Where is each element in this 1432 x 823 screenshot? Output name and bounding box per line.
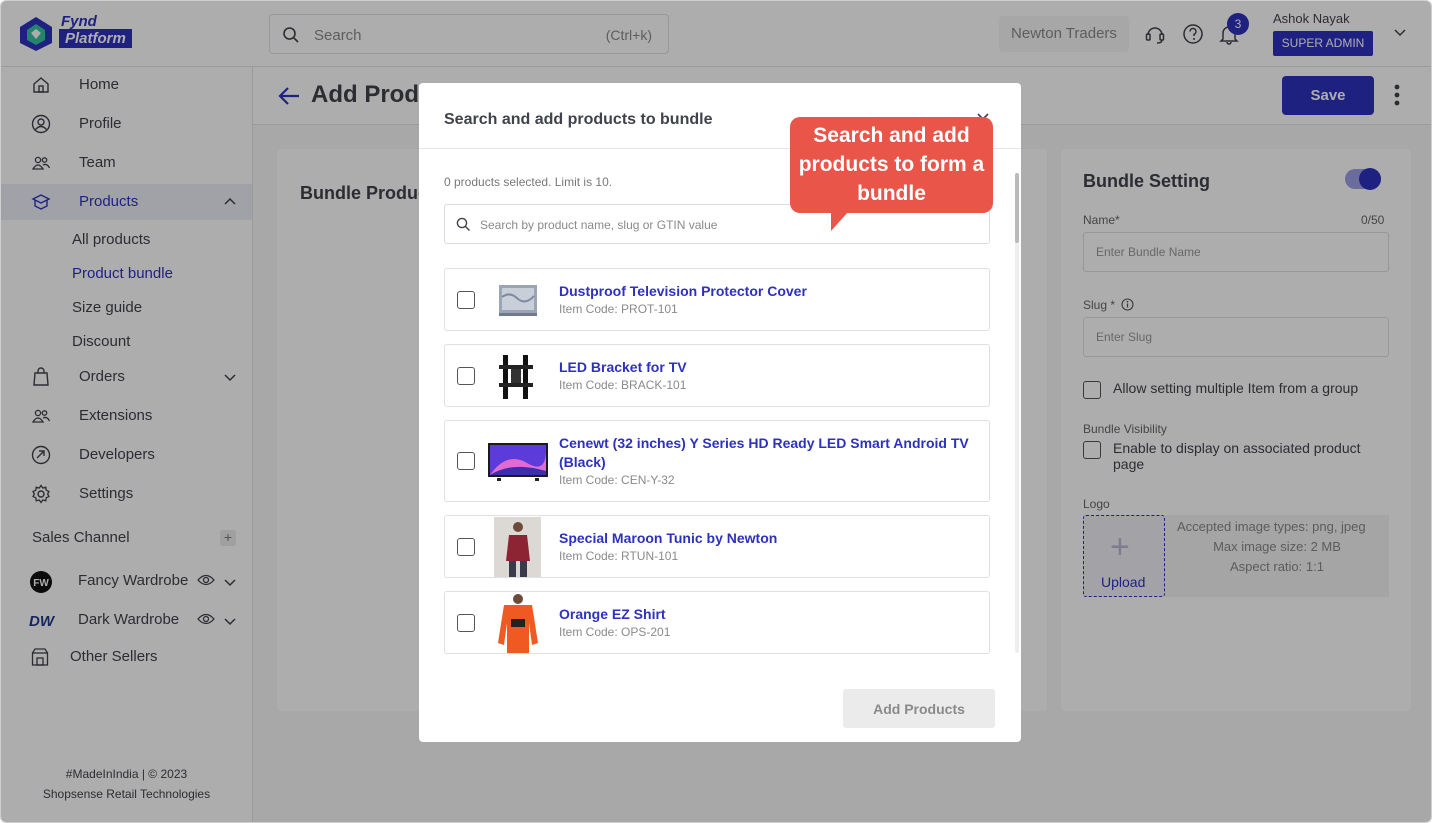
product-code: Item Code: BRACK-101 [559, 378, 687, 392]
tv-cover-thumbnail [499, 285, 537, 316]
product-code: Item Code: CEN-Y-32 [559, 473, 675, 487]
modal-title: Search and add products to bundle [444, 111, 713, 128]
product-code: Item Code: PROT-101 [559, 302, 678, 316]
product-row[interactable]: Orange EZ Shirt Item Code: OPS-201 [444, 591, 990, 654]
product-checkbox[interactable] [457, 538, 475, 556]
product-name[interactable]: LED Bracket for TV [559, 358, 979, 377]
product-name[interactable]: Cenewt (32 inches) Y Series HD Ready LED… [559, 434, 979, 472]
product-checkbox[interactable] [457, 452, 475, 470]
scrollbar-thumb[interactable] [1015, 173, 1019, 243]
product-checkbox[interactable] [457, 367, 475, 385]
smart-tv-thumbnail [488, 443, 548, 481]
product-checkbox[interactable] [457, 614, 475, 632]
product-code: Item Code: RTUN-101 [559, 549, 679, 563]
search-icon [456, 217, 470, 231]
add-products-button[interactable]: Add Products [843, 689, 995, 728]
product-checkbox[interactable] [457, 291, 475, 309]
product-row[interactable]: Cenewt (32 inches) Y Series HD Ready LED… [444, 420, 990, 502]
product-name[interactable]: Orange EZ Shirt [559, 605, 979, 624]
maroon-tunic-thumbnail [494, 517, 541, 577]
orange-shirt-thumbnail [498, 594, 538, 653]
product-name[interactable]: Dustproof Television Protector Cover [559, 282, 979, 301]
tv-bracket-thumbnail [499, 355, 533, 399]
product-search-placeholder: Search by product name, slug or GTIN val… [480, 218, 718, 232]
selected-count-text: 0 products selected. Limit is 10. [444, 175, 613, 189]
tutorial-callout: Search and add products to form a bundle [790, 117, 993, 213]
product-code: Item Code: OPS-201 [559, 625, 671, 639]
modal-scrollbar[interactable] [1015, 173, 1019, 653]
callout-pointer [831, 211, 849, 231]
app-window: Fynd Platform Search (Ctrl+k) Newton Tra… [0, 0, 1432, 823]
product-row[interactable]: Special Maroon Tunic by Newton Item Code… [444, 515, 990, 578]
product-name[interactable]: Special Maroon Tunic by Newton [559, 529, 979, 548]
product-row[interactable]: LED Bracket for TV Item Code: BRACK-101 [444, 344, 990, 407]
product-row[interactable]: Dustproof Television Protector Cover Ite… [444, 268, 990, 331]
